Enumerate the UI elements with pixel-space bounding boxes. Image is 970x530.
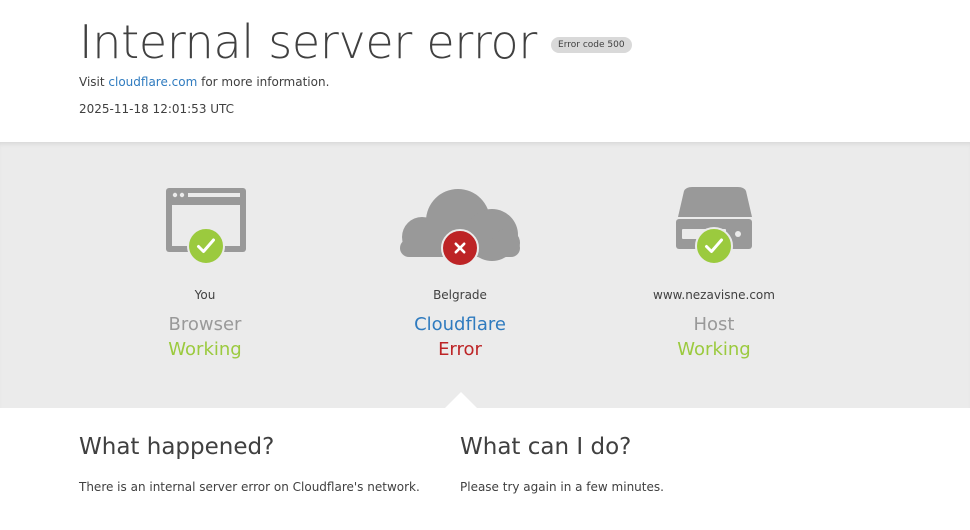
info-section: What happened? There is an internal serv…	[0, 408, 970, 530]
selection-pointer	[445, 392, 477, 408]
header: Internal server error Error code 500 Vis…	[0, 0, 970, 142]
timestamp: 2025-11-18 12:01:53 UTC	[79, 102, 235, 116]
check-icon	[695, 227, 733, 265]
node-status: Error	[438, 339, 482, 360]
what-happened-heading: What happened?	[79, 434, 275, 460]
what-happened-section: What happened? There is an internal serv…	[79, 434, 439, 494]
page-title: Internal server error	[79, 15, 538, 69]
what-can-i-do-text: Please try again in a few minutes.	[460, 480, 664, 494]
visit-suffix: for more information.	[197, 75, 330, 89]
cloudflare-link[interactable]: cloudflare.com	[108, 75, 197, 89]
node-location: www.nezavisne.com	[653, 288, 775, 302]
node-status: Working	[168, 339, 242, 360]
check-icon	[187, 227, 225, 265]
visit-prefix: Visit	[79, 75, 109, 89]
what-can-i-do-heading: What can I do?	[460, 434, 632, 460]
what-can-i-do-section: What can I do? Please try again in a few…	[460, 434, 820, 494]
what-happened-text: There is an internal server error on Clo…	[79, 480, 420, 494]
node-label: Browser	[168, 314, 242, 335]
node-location: Belgrade	[433, 288, 487, 302]
error-code-badge: Error code 500	[551, 37, 632, 53]
node-location: You	[194, 288, 216, 302]
title-row: Internal server error Error code 500	[79, 14, 632, 70]
x-icon	[441, 229, 479, 267]
visit-line: Visit cloudflare.com for more informatio…	[79, 75, 329, 89]
cloudflare-label-link[interactable]: Cloudflare	[360, 314, 560, 335]
status-band: You Browser Working Belgrade Cloudflare …	[0, 142, 970, 408]
node-label: Host	[693, 314, 735, 335]
node-status: Working	[677, 339, 751, 360]
